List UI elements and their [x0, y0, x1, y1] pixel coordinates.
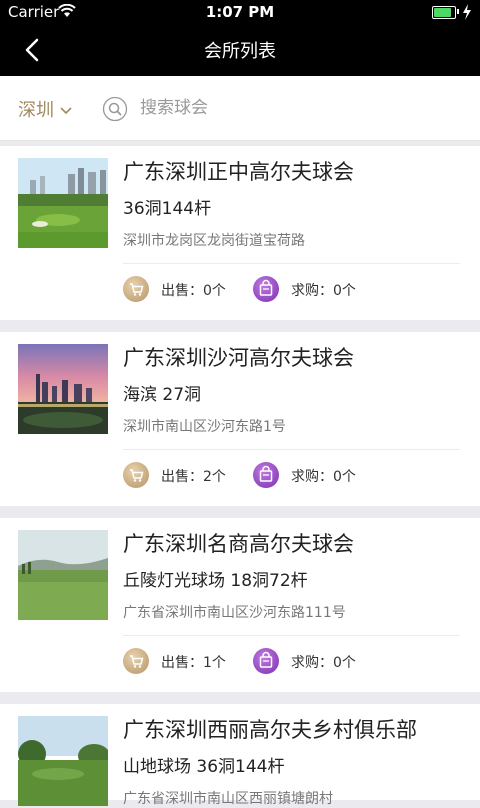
battery-tip	[457, 9, 459, 14]
divider	[123, 449, 460, 450]
club-name: 广东深圳正中高尔夫球会	[123, 160, 354, 184]
club-address: 广东省深圳市南山区沙河东路111号	[123, 605, 346, 621]
club-address: 广东省深圳市南山区西丽镇塘朗村	[123, 791, 333, 807]
buy-label: 求购：0个	[291, 469, 356, 485]
club-holes: 山地球场 36洞144杆	[123, 757, 285, 777]
club-card[interactable]: 广东深圳沙河高尔夫球会 海滨 27洞 深圳市南山区沙河东路1号 出售：2个 求购…	[0, 332, 480, 506]
clock: 1:07 PM	[205, 3, 275, 21]
sell-label: 出售：0个	[161, 283, 226, 299]
status-bar: Carrier 1:07 PM	[0, 0, 480, 24]
city-label: 深圳	[18, 100, 54, 121]
club-name: 广东深圳西丽高尔夫乡村俱乐部	[123, 718, 417, 742]
cart-icon	[123, 276, 149, 302]
navigation-bar: 会所列表	[0, 24, 480, 76]
sell-label: 出售：1个	[161, 655, 226, 671]
club-thumbnail	[18, 716, 108, 806]
club-address: 深圳市龙岗区龙岗街道宝荷路	[123, 233, 305, 249]
club-card[interactable]: 广东深圳正中高尔夫球会 36洞144杆 深圳市龙岗区龙岗街道宝荷路 出售：0个 …	[0, 146, 480, 320]
club-thumbnail	[18, 344, 108, 434]
battery-icon	[432, 6, 456, 19]
sell-label: 出售：2个	[161, 469, 226, 485]
page-title: 会所列表	[204, 41, 276, 62]
shopping-bag-icon	[253, 276, 279, 302]
cart-icon	[123, 462, 149, 488]
search-icon[interactable]	[102, 96, 128, 122]
club-thumbnail	[18, 530, 108, 620]
shopping-bag-icon	[253, 462, 279, 488]
club-holes: 丘陵灯光球场 18洞72杆	[123, 571, 308, 591]
search-input[interactable]	[140, 94, 460, 122]
divider	[123, 263, 460, 264]
divider	[123, 635, 460, 636]
club-name: 广东深圳名商高尔夫球会	[123, 532, 354, 556]
shopping-bag-icon	[253, 648, 279, 674]
search-bar: 深圳	[0, 76, 480, 141]
club-card[interactable]: 广东深圳名商高尔夫球会 丘陵灯光球场 18洞72杆 广东省深圳市南山区沙河东路1…	[0, 518, 480, 692]
buy-label: 求购：0个	[291, 655, 356, 671]
club-holes: 36洞144杆	[123, 199, 212, 219]
city-selector[interactable]: 深圳	[18, 96, 72, 122]
club-thumbnail	[18, 158, 108, 248]
buy-label: 求购：0个	[291, 283, 356, 299]
club-name: 广东深圳沙河高尔夫球会	[123, 346, 354, 370]
club-holes: 海滨 27洞	[123, 385, 202, 405]
club-card[interactable]: 广东深圳西丽高尔夫乡村俱乐部 山地球场 36洞144杆 广东省深圳市南山区西丽镇…	[0, 704, 480, 807]
chevron-down-icon	[60, 107, 72, 115]
club-address: 深圳市南山区沙河东路1号	[123, 419, 286, 435]
charging-icon	[462, 4, 472, 24]
cart-icon	[123, 648, 149, 674]
